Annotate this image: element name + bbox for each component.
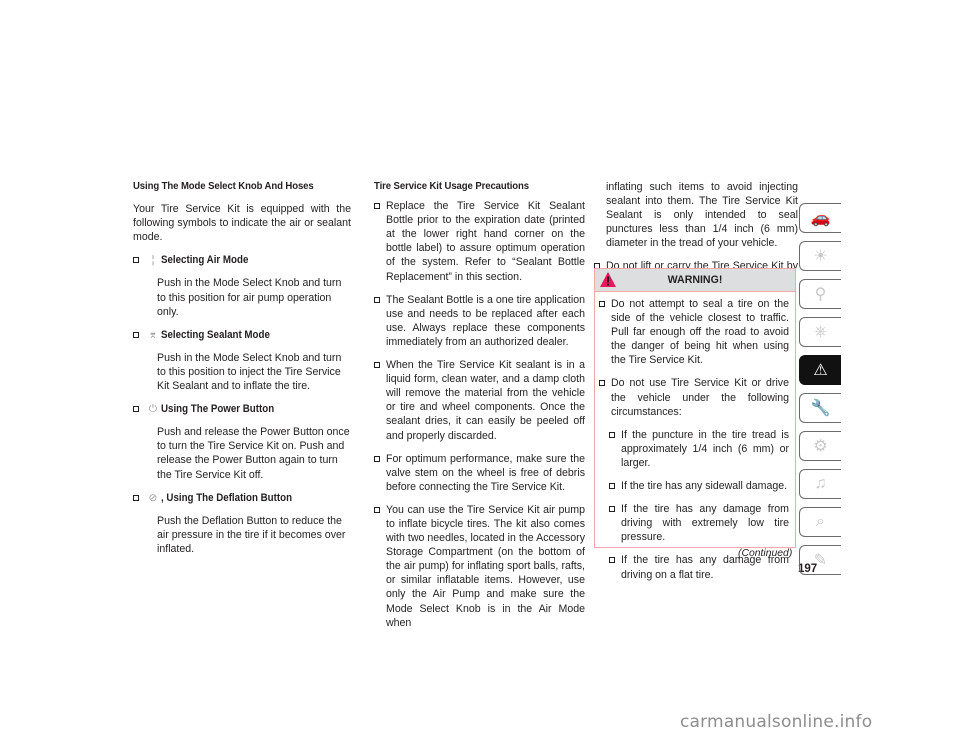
- mode-item-sealant: ⌆ Selecting Sealant Mode: [133, 328, 351, 342]
- mode-item-air: ¦ Selecting Air Mode: [133, 253, 351, 267]
- precaution-text: The Sealant Bottle is a one tire applica…: [386, 293, 585, 348]
- warning-item: Do not use Tire Service Kit or drive the…: [599, 376, 789, 418]
- mode-item-body: Push and release the Power Button once t…: [157, 426, 350, 481]
- column-mode-select: Using The Mode Select Knob And Hoses You…: [133, 180, 351, 556]
- column-precautions: Tire Service Kit Usage Precautions Repla…: [374, 180, 585, 630]
- car-info-icon: 🚗: [810, 210, 831, 227]
- power-icon: ⏻: [148, 403, 158, 416]
- continued-label: (Continued): [738, 548, 793, 559]
- section-heading: Using The Mode Select Knob And Hoses: [133, 181, 314, 192]
- tab-lights-messages[interactable]: ☀: [799, 241, 841, 271]
- tab-emergency[interactable]: ⚠: [799, 355, 841, 385]
- bullet-box-icon: [374, 362, 380, 369]
- mode-item-power: ⏻ Using The Power Button: [133, 402, 351, 416]
- warning-text: Do not use Tire Service Kit or drive the…: [611, 377, 789, 418]
- deflation-icon: ⊘: [148, 491, 158, 504]
- tab-multimedia[interactable]: ♫: [799, 469, 841, 499]
- bullet-box-icon: [374, 296, 380, 303]
- bullet-box-icon: [609, 431, 615, 438]
- section-tabs: 🚗 ☀ ⚲ ⎈ ⚠ 🔧 ⚙ ♫ ⌕ ✎: [799, 203, 841, 583]
- warning-header: WARNING!: [595, 269, 795, 292]
- precaution-item: When the Tire Service Kit sealant is in …: [374, 358, 585, 443]
- sealant-mode-icon: ⌆: [148, 328, 158, 341]
- intro-paragraph: Your Tire Service Kit is equipped with t…: [133, 203, 351, 244]
- key-steering-wheel-icon: ⎈: [814, 323, 827, 340]
- warning-title: WARNING!: [667, 274, 723, 286]
- language-letters-icon: ✎: [813, 552, 828, 569]
- bullet-box-icon: [133, 494, 139, 501]
- section-heading: Tire Service Kit Usage Precautions: [374, 181, 530, 192]
- mode-item-title: Selecting Sealant Mode: [161, 328, 270, 341]
- bullet-box-icon: [374, 455, 380, 462]
- precaution-item: Replace the Tire Service Kit Sealant Bot…: [374, 199, 585, 284]
- mode-item-body: Push the Deflation Button to reduce the …: [157, 514, 346, 555]
- mode-item-body: Push in the Mode Select Knob and turn to…: [157, 351, 342, 393]
- warning-sub-item: If the tire has any sidewall damage.: [599, 479, 789, 493]
- warning-sub-item: If the tire has any damage from driving …: [599, 502, 789, 544]
- magnifier-icon: ⌕: [816, 513, 825, 530]
- warning-text: If the puncture in the tire tread is app…: [621, 428, 789, 469]
- warning-triangle-icon: [600, 272, 616, 287]
- precaution-text: Replace the Tire Service Kit Sealant Bot…: [386, 200, 585, 283]
- warning-sub-item: If the puncture in the tire tread is app…: [599, 428, 789, 470]
- precaution-item: You can use the Tire Service Kit air pum…: [374, 503, 585, 630]
- music-location-icon: ♫: [814, 475, 827, 492]
- bullet-box-icon: [133, 257, 139, 264]
- mode-item-deflation: ⊘, Using The Deflation Button: [133, 491, 351, 505]
- bullet-box-icon: [609, 557, 615, 564]
- precaution-text: You can use the Tire Service Kit air pum…: [386, 503, 585, 629]
- tab-safety[interactable]: ⚲: [799, 279, 841, 309]
- precaution-text: For optimum performance, make sure the v…: [386, 452, 585, 493]
- bullet-box-icon: [133, 406, 139, 413]
- airbag-seatbelt-icon: ⚲: [814, 286, 827, 303]
- warning-text: Do not attempt to seal a tire on the sid…: [611, 298, 789, 367]
- warning-text: If the tire has any sidewall damage.: [621, 480, 788, 493]
- bullet-box-icon: [599, 380, 605, 387]
- list-gear-icon: ⚙: [813, 438, 828, 455]
- warning-item: Do not attempt to seal a tire on the sid…: [599, 297, 789, 367]
- precaution-item: The Sealant Bottle is a one tire applica…: [374, 293, 585, 349]
- tab-starting-driving[interactable]: ⎈: [799, 317, 841, 347]
- air-mode-icon: ¦: [151, 254, 155, 267]
- car-hazard-triangle-icon: ⚠: [813, 362, 828, 379]
- bullet-box-icon: [599, 301, 605, 307]
- bullet-box-icon: [374, 203, 380, 210]
- continuation-text: inflating such items to avoid injecting …: [606, 181, 798, 250]
- bullet-box-icon: [609, 483, 615, 490]
- tab-service-maintenance[interactable]: 🔧: [799, 393, 841, 423]
- bullet-box-icon: [133, 331, 139, 338]
- tab-index[interactable]: ⌕: [799, 507, 841, 537]
- warning-text: If the tire has any damage from driving …: [621, 503, 789, 544]
- tab-vehicle-info[interactable]: 🚗: [799, 203, 841, 233]
- precaution-text: When the Tire Service Kit sealant is in …: [386, 359, 585, 442]
- mode-item-title: , Using The Deflation Button: [161, 491, 293, 504]
- tab-specifications[interactable]: ⚙: [799, 431, 841, 461]
- watermark: carmanualsonline.info: [680, 712, 873, 732]
- bullet-box-icon: [374, 506, 380, 513]
- mode-item-body: Push in the Mode Select Knob and turn to…: [157, 277, 342, 318]
- mode-item-title: Selecting Air Mode: [161, 254, 249, 267]
- warning-box: WARNING! Do not attempt to seal a tire o…: [594, 268, 796, 581]
- bullet-box-icon: [609, 506, 615, 513]
- warning-light-message-icon: ☀: [813, 248, 828, 265]
- car-wrench-icon: 🔧: [810, 400, 831, 417]
- mode-item-title: Using The Power Button: [161, 403, 275, 416]
- tab-languages[interactable]: ✎: [799, 545, 841, 575]
- precaution-item: For optimum performance, make sure the v…: [374, 452, 585, 494]
